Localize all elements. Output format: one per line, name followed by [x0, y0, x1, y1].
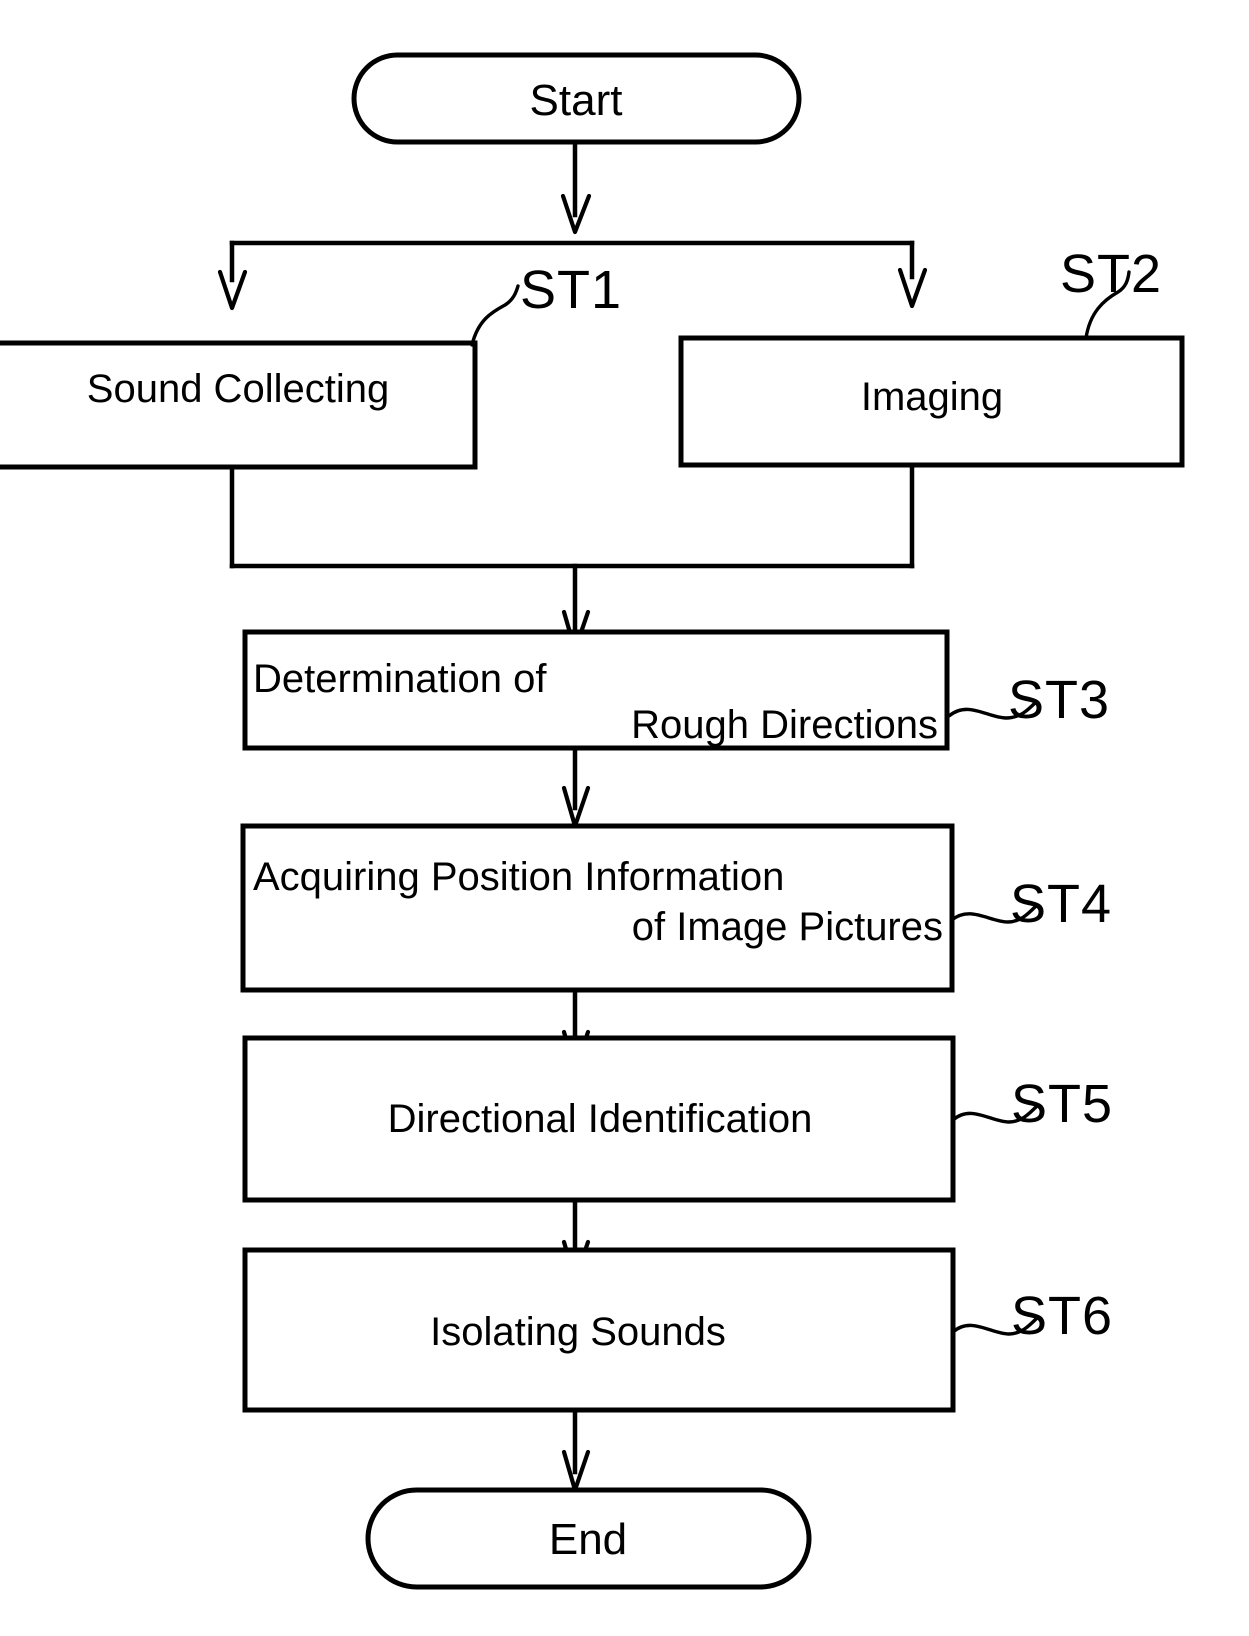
ref-label-st6: ST6 [1011, 1286, 1113, 1346]
ref-label-st1: ST1 [520, 260, 622, 320]
node-st2[interactable]: Imaging [678, 335, 1185, 468]
st5-label: Directional Identification [388, 1097, 813, 1141]
node-st1[interactable]: Sound Collecting [0, 340, 478, 470]
st4-label-line2: of Image Pictures [632, 905, 943, 949]
st3-label-line2: Rough Directions [631, 703, 938, 747]
st1-label: Sound Collecting [87, 367, 389, 411]
st6-label: Isolating Sounds [430, 1310, 726, 1354]
start-label: Start [530, 76, 623, 125]
flowchart-canvas: Start Sound Collecting ST1 Imaging ST2 D… [0, 0, 1249, 1636]
ref-label-st2: ST2 [1060, 244, 1162, 304]
ref-label-st3: ST3 [1008, 670, 1110, 730]
node-st4[interactable]: Acquiring Position Information of Image … [240, 823, 955, 993]
node-start[interactable]: Start [351, 52, 802, 145]
ref-leader-st1 [470, 284, 520, 347]
edge-st3-to-st4 [561, 745, 591, 829]
st3-label-line1: Determination of [253, 657, 547, 701]
node-st3[interactable]: Determination of Rough Directions [242, 629, 950, 751]
node-end[interactable]: End [365, 1487, 812, 1590]
node-st6[interactable]: Isolating Sounds [242, 1247, 956, 1413]
node-st5[interactable]: Directional Identification [242, 1035, 956, 1203]
st2-label: Imaging [861, 375, 1003, 419]
end-label: End [549, 1515, 627, 1564]
flowchart-svg: Start Sound Collecting ST1 Imaging ST2 D… [0, 52, 1185, 1590]
edge-start-to-fork [560, 137, 592, 235]
ref-label-st5: ST5 [1011, 1074, 1113, 1134]
edge-st6-to-end [561, 1407, 591, 1493]
st4-label-line1: Acquiring Position Information [253, 855, 784, 899]
ref-label-st4: ST4 [1010, 874, 1112, 934]
